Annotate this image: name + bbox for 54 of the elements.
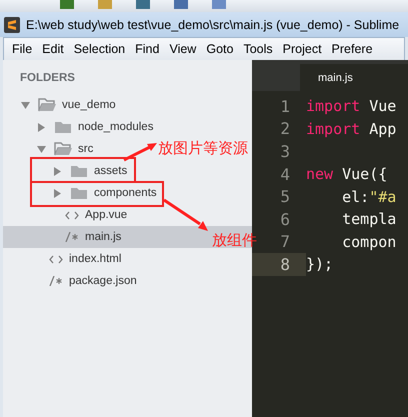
collapsed-caret-icon[interactable] [53, 166, 62, 176]
annotation-text: 放图片等资源 [158, 139, 248, 158]
sidebar-heading: FOLDERS [20, 72, 75, 86]
file-tree-item[interactable]: assets [53, 160, 128, 182]
folder-icon [70, 164, 88, 178]
file-tree-item[interactable]: package.json [37, 270, 137, 292]
code-line: }); [306, 255, 334, 274]
arrow-icon [122, 140, 158, 162]
menu-item[interactable]: Edit [38, 42, 68, 56]
line-number: 5 [279, 186, 291, 208]
expanded-caret-icon[interactable] [37, 144, 46, 154]
menu-item[interactable]: Goto [202, 42, 238, 56]
code-line: new Vue({ [306, 165, 388, 184]
code-line: import App [306, 120, 396, 138]
code-line: templa [341, 210, 396, 228]
expanded-caret-icon[interactable] [21, 100, 30, 110]
line-number: 3 [279, 140, 291, 163]
file-tree-item[interactable]: node_modules [37, 116, 154, 138]
code-brackets-icon [49, 254, 63, 264]
code-brackets-icon [65, 210, 79, 220]
line-number: 1 [279, 96, 291, 118]
window-title: E:\web study\web test\vue_demo\src\main.js (vue_demo) - Sublime [26, 18, 400, 32]
menu-item[interactable]: Selection [70, 42, 130, 56]
line-number: 2 [279, 118, 291, 140]
collapsed-caret-icon[interactable] [53, 188, 62, 198]
menu-item[interactable]: Project [278, 42, 326, 56]
code-line: import Vue [306, 97, 396, 116]
line-number: 7 [279, 231, 291, 254]
file-tree-item[interactable]: components [53, 182, 157, 204]
folder-icon [54, 120, 72, 134]
app-logo-icon [4, 16, 20, 32]
file-tree-item[interactable]: src [37, 138, 94, 160]
file-tree-item[interactable]: main.js [53, 226, 122, 248]
file-tree-item[interactable]: index.html [37, 248, 122, 270]
menu-item[interactable]: File [8, 42, 36, 56]
menu-item[interactable]: Prefere [328, 42, 377, 56]
line-number: 8 [252, 253, 306, 276]
line-number: 4 [279, 164, 291, 186]
code-line: compon [341, 232, 396, 251]
menu-item[interactable]: Tools [239, 42, 277, 56]
file-tree-item[interactable]: App.vue [53, 204, 128, 226]
file-tree-item[interactable]: vue_demo [21, 94, 116, 116]
file-tab[interactable]: main.js [300, 64, 408, 91]
folder-icon [54, 142, 72, 156]
code-line: el:"#a [341, 188, 396, 206]
line-number: 6 [279, 208, 291, 231]
arrow-icon [162, 198, 210, 234]
menu-item[interactable]: Find [131, 42, 164, 56]
comment-slash-icon [49, 276, 63, 286]
folder-icon [70, 186, 88, 200]
comment-slash-icon [65, 232, 79, 242]
menu-item[interactable]: View [165, 42, 200, 56]
folder-icon [38, 98, 56, 112]
collapsed-caret-icon[interactable] [37, 122, 46, 132]
